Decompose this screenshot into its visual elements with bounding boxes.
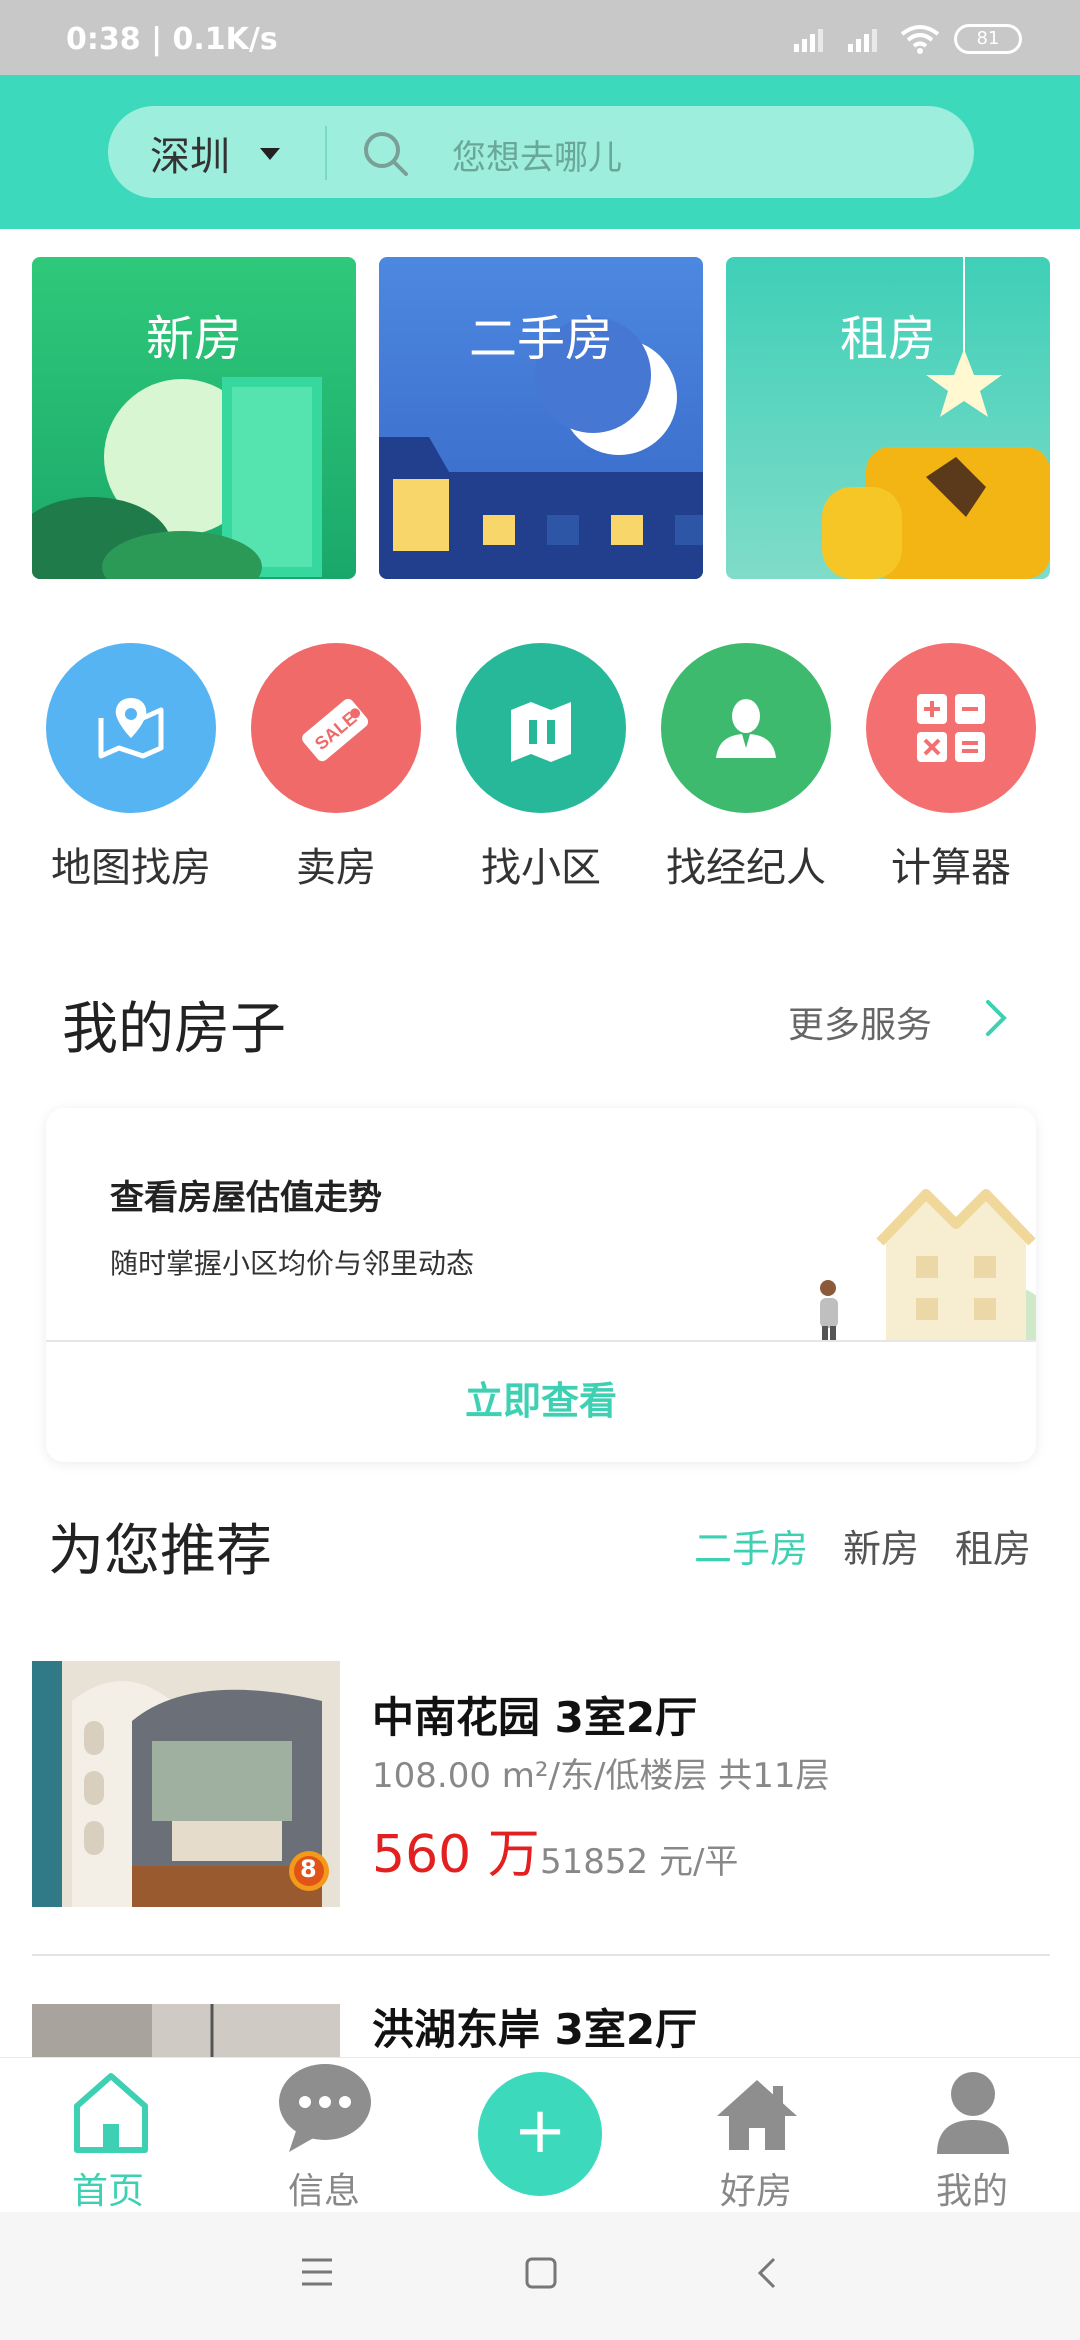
- community-icon: [456, 643, 626, 813]
- nav-label: 首页: [71, 2171, 144, 2212]
- tab-second-hand[interactable]: 二手房: [694, 1518, 808, 1573]
- category-label: 新房: [145, 311, 242, 367]
- quick-calculator[interactable]: 计算器: [866, 643, 1036, 891]
- quick-map-search[interactable]: 地图找房: [46, 643, 216, 891]
- valuation-card-title: 查看房屋估值走势: [110, 1178, 382, 1218]
- plus-icon: +: [513, 2094, 567, 2168]
- home-square-icon[interactable]: [524, 2256, 558, 2290]
- listing-title[interactable]: 洪湖东岸 3室2厅: [372, 1996, 697, 2057]
- sale-tag-icon: SALE: [251, 643, 421, 813]
- battery-icon: 81: [954, 24, 1022, 54]
- quick-find-community[interactable]: 找小区: [456, 643, 626, 891]
- listing-photo[interactable]: 8: [32, 1661, 340, 1907]
- status-time: 0:38 | 0.1K/s: [66, 22, 278, 57]
- signal-icon-2: [848, 29, 877, 52]
- agent-icon: [661, 643, 831, 813]
- listing-title[interactable]: 中南花园 3室2厅: [372, 1684, 697, 1745]
- quick-find-agent[interactable]: 找经纪人: [661, 643, 831, 891]
- system-nav-bar: [0, 2212, 1080, 2340]
- valuation-card-subtitle: 随时掌握小区均价与邻里动态: [110, 1247, 475, 1280]
- category-second-hand[interactable]: 二手房: [379, 257, 703, 579]
- quick-label: 卖房: [296, 845, 376, 891]
- view-now-button[interactable]: 立即查看: [46, 1340, 1036, 1462]
- chevron-right-icon[interactable]: [984, 998, 1010, 1038]
- quick-label: 找经纪人: [666, 845, 826, 891]
- quick-sell[interactable]: SALE 卖房: [251, 643, 421, 891]
- category-label: 租房: [839, 311, 936, 367]
- caret-down-icon[interactable]: [260, 148, 280, 160]
- listing-price: 560 万: [372, 1825, 540, 1885]
- status-icons: 81: [792, 24, 1022, 54]
- chat-icon: [279, 2064, 371, 2152]
- menu-icon[interactable]: [300, 2256, 334, 2288]
- more-services-link[interactable]: 更多服务: [788, 996, 932, 1048]
- map-pin-icon: [46, 643, 216, 813]
- divider: [325, 126, 327, 180]
- battery-level: 81: [976, 28, 1000, 49]
- my-house-title: 我的房子: [62, 997, 286, 1062]
- tab-new-house[interactable]: 新房: [843, 1518, 919, 1573]
- add-button[interactable]: +: [478, 2072, 602, 2196]
- category-rent[interactable]: 租房: [726, 257, 1050, 579]
- category-new-house[interactable]: 新房: [32, 257, 356, 579]
- nav-label: 好房: [719, 2171, 792, 2212]
- listing-badge-number: 8: [300, 1855, 317, 1883]
- back-icon[interactable]: [756, 2256, 778, 2290]
- search-input[interactable]: 您想去哪儿: [452, 130, 622, 179]
- user-icon: [937, 2072, 1009, 2154]
- city-selector[interactable]: 深圳: [150, 124, 230, 182]
- divider: [32, 1954, 1050, 1956]
- quick-label: 计算器: [891, 845, 1011, 891]
- tab-rent[interactable]: 租房: [955, 1518, 1031, 1573]
- category-label: 二手房: [468, 311, 613, 367]
- listing-meta: 108.00 m²/东/低楼层 共11层: [372, 1756, 830, 1796]
- search-icon: [364, 132, 408, 176]
- valuation-card[interactable]: 查看房屋估值走势 随时掌握小区均价与邻里动态 立即查看: [46, 1108, 1036, 1462]
- home-icon: [74, 2073, 148, 2153]
- listing-unit-price: 51852 元/平: [540, 1842, 739, 1882]
- quick-label: 地图找房: [51, 845, 211, 891]
- house-illustration: [820, 1189, 1036, 1340]
- signal-icon: [794, 29, 823, 52]
- calculator-icon: [866, 643, 1036, 813]
- nav-label: 我的: [935, 2171, 1008, 2212]
- quick-label: 找小区: [481, 845, 601, 891]
- house-icon: [717, 2080, 797, 2150]
- nav-label: 信息: [287, 2171, 360, 2212]
- status-bar: 0:38 | 0.1K/s 81: [0, 0, 1080, 75]
- listing-photo[interactable]: [32, 2004, 340, 2058]
- recommend-title: 为您推荐: [48, 1519, 272, 1584]
- wifi-icon: [900, 25, 940, 54]
